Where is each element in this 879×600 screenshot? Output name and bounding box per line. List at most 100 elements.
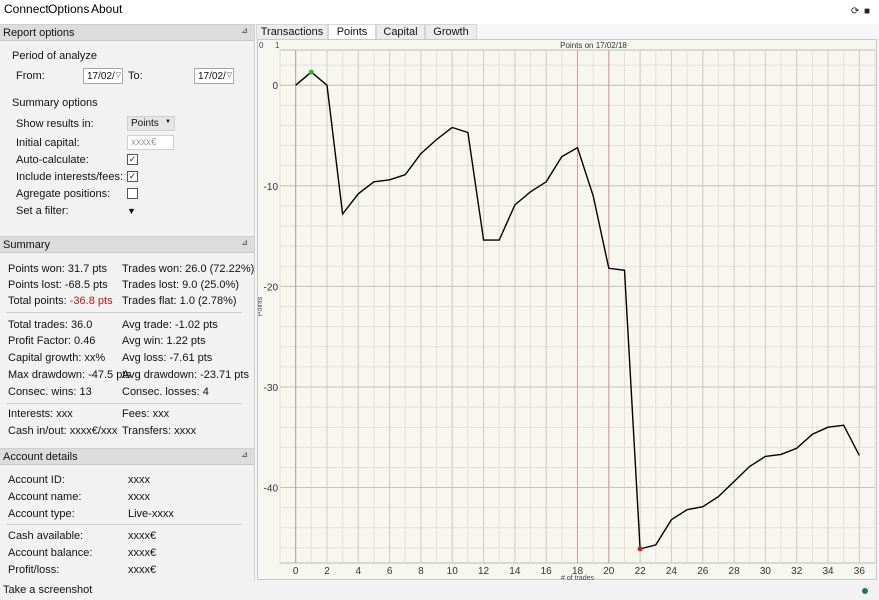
total-points-value: -36.8 pts bbox=[69, 295, 113, 307]
tab-bar: Transactions Points Capital Growth bbox=[255, 24, 879, 39]
to-date-input[interactable]: 17/02/▽ bbox=[194, 68, 234, 84]
x-tick-label: 20 bbox=[603, 566, 615, 577]
dropdown-arrow-icon: ▼ bbox=[165, 119, 171, 125]
x-tick-label: 34 bbox=[822, 566, 834, 577]
summary-title: Summary bbox=[3, 239, 51, 251]
account-details-header[interactable]: Account details ⊿ bbox=[0, 448, 254, 465]
avg-trade: Avg trade: -1.02 pts bbox=[122, 319, 218, 331]
account-id-value: xxxx bbox=[128, 474, 150, 486]
status-bar: Take a screenshot bbox=[0, 581, 879, 600]
x-tick-label: 28 bbox=[729, 566, 741, 577]
summary-options-label: Summary options bbox=[12, 97, 98, 109]
menu-options[interactable]: Options bbox=[48, 2, 89, 16]
y-tick-label: -40 bbox=[264, 484, 279, 495]
chart-title: Points on 17/02/18 bbox=[560, 41, 627, 50]
min-marker bbox=[637, 546, 643, 552]
status-indicator bbox=[862, 588, 868, 594]
x-tick-label: 24 bbox=[666, 566, 678, 577]
aggregate-checkbox[interactable] bbox=[127, 188, 138, 199]
cash-inout: Cash in/out: xxxx€/xxx bbox=[8, 425, 118, 437]
filter-icon[interactable]: ▼ bbox=[127, 206, 136, 216]
avg-win: Avg win: 1.22 pts bbox=[122, 335, 206, 347]
x-tick-label: 16 bbox=[541, 566, 553, 577]
account-type-value: Live-xxxx bbox=[128, 508, 174, 520]
total-trades: Total trades: 36.0 bbox=[8, 319, 93, 331]
top-tick-label: 0 bbox=[259, 41, 264, 50]
chevron-down-icon: ▽ bbox=[115, 72, 121, 79]
avg-drawdown: Avg drawdown: -23.71 pts bbox=[122, 369, 249, 381]
y-axis-label: Points bbox=[258, 296, 264, 316]
top-tick-label: 1 bbox=[275, 41, 280, 50]
divider bbox=[6, 312, 242, 313]
x-tick-label: 12 bbox=[478, 566, 490, 577]
aggregate-label: Agregate positions: bbox=[16, 188, 111, 200]
x-tick-label: 30 bbox=[760, 566, 772, 577]
summary-header[interactable]: Summary ⊿ bbox=[0, 236, 254, 253]
filter-label: Set a filter: bbox=[16, 205, 69, 217]
avg-loss: Avg loss: -7.61 pts bbox=[122, 352, 213, 364]
x-tick-label: 0 bbox=[293, 566, 299, 577]
period-label: Period of analyze bbox=[12, 50, 97, 62]
tab-capital[interactable]: Capital bbox=[376, 24, 425, 39]
account-name-label: Account name: bbox=[8, 491, 82, 503]
to-label: To: bbox=[128, 70, 143, 82]
profit-loss-value: xxxx€ bbox=[128, 564, 157, 576]
cash-available-label: Cash available: bbox=[8, 530, 84, 542]
tab-growth[interactable]: Growth bbox=[425, 24, 477, 39]
initial-capital-label: Initial capital: bbox=[16, 137, 80, 149]
x-tick-label: 26 bbox=[697, 566, 709, 577]
account-balance-value: xxxx€ bbox=[128, 547, 157, 559]
x-tick-label: 2 bbox=[324, 566, 330, 577]
report-options-title: Report options bbox=[3, 27, 75, 39]
menu-connect[interactable]: Connect bbox=[4, 2, 49, 16]
consec-wins: Consec. wins: 13 bbox=[8, 386, 92, 398]
account-details-title: Account details bbox=[3, 451, 78, 463]
y-tick-label: -20 bbox=[264, 282, 279, 293]
cash-available-value: xxxx€ bbox=[128, 530, 157, 542]
menu-about[interactable]: About bbox=[91, 2, 122, 16]
max-marker bbox=[308, 69, 314, 75]
left-panel: Report options ⊿ Period of analyze From:… bbox=[0, 24, 254, 581]
x-tick-label: 14 bbox=[509, 566, 521, 577]
account-id-label: Account ID: bbox=[8, 474, 65, 486]
account-balance-label: Account balance: bbox=[8, 547, 93, 559]
include-fees-label: Include interests/fees: bbox=[16, 171, 124, 183]
points-won: Points won: 31.7 pts bbox=[8, 263, 108, 275]
x-tick-label: 8 bbox=[418, 566, 424, 577]
divider bbox=[6, 403, 242, 404]
initial-capital-input[interactable]: xxxx€ bbox=[127, 135, 174, 150]
y-tick-label: -30 bbox=[264, 383, 279, 394]
account-type-label: Account type: bbox=[8, 508, 75, 520]
max-drawdown: Max drawdown: -47.5 pts bbox=[8, 369, 131, 381]
points-lost: Points lost: -68.5 pts bbox=[8, 279, 108, 291]
tab-transactions[interactable]: Transactions bbox=[256, 24, 328, 39]
from-label: From: bbox=[16, 70, 45, 82]
x-tick-label: 4 bbox=[356, 566, 362, 577]
x-tick-label: 10 bbox=[447, 566, 459, 577]
tab-points[interactable]: Points bbox=[328, 24, 376, 39]
profit-loss-label: Profit/loss: bbox=[8, 564, 60, 576]
include-fees-checkbox[interactable]: ✓ bbox=[127, 171, 138, 182]
from-date-input[interactable]: 17/02/▽ bbox=[83, 68, 123, 84]
y-tick-label: -10 bbox=[264, 182, 279, 193]
refresh-icon[interactable]: ⟳ bbox=[851, 6, 859, 17]
interests: Interests: xxx bbox=[8, 408, 73, 420]
status-text[interactable]: Take a screenshot bbox=[3, 584, 92, 596]
show-results-select[interactable]: Points ▼ bbox=[127, 116, 175, 131]
capital-growth: Capital growth: xx% bbox=[8, 352, 106, 364]
camera-icon[interactable]: ■ bbox=[864, 6, 870, 17]
y-tick-label: 0 bbox=[272, 81, 278, 92]
points-chart: 0 2 4 6 8 10 12 14 16 18 20 22 24 26 28 30 32 34 360-10-20… bbox=[258, 41, 876, 581]
report-options-header[interactable]: Report options ⊿ bbox=[0, 24, 254, 41]
pin-icon[interactable]: ⊿ bbox=[241, 238, 248, 247]
trades-won: Trades won: 26.0 (72.22%) bbox=[122, 263, 255, 275]
auto-calc-checkbox[interactable]: ✓ bbox=[127, 154, 138, 165]
transfers: Transfers: xxxx bbox=[122, 425, 197, 437]
pin-icon[interactable]: ⊿ bbox=[241, 450, 248, 459]
pin-icon[interactable]: ⊿ bbox=[241, 26, 248, 35]
trades-lost: Trades lost: 9.0 (25.0%) bbox=[122, 279, 239, 291]
chart-area: 0 2 4 6 8 10 12 14 16 18 20 22 24 26 28 30 32 34 36 0 -10 -20… bbox=[257, 39, 877, 581]
x-tick-label: 32 bbox=[791, 566, 803, 577]
x-tick-label: 6 bbox=[387, 566, 393, 577]
chevron-down-icon: ▽ bbox=[226, 72, 232, 79]
